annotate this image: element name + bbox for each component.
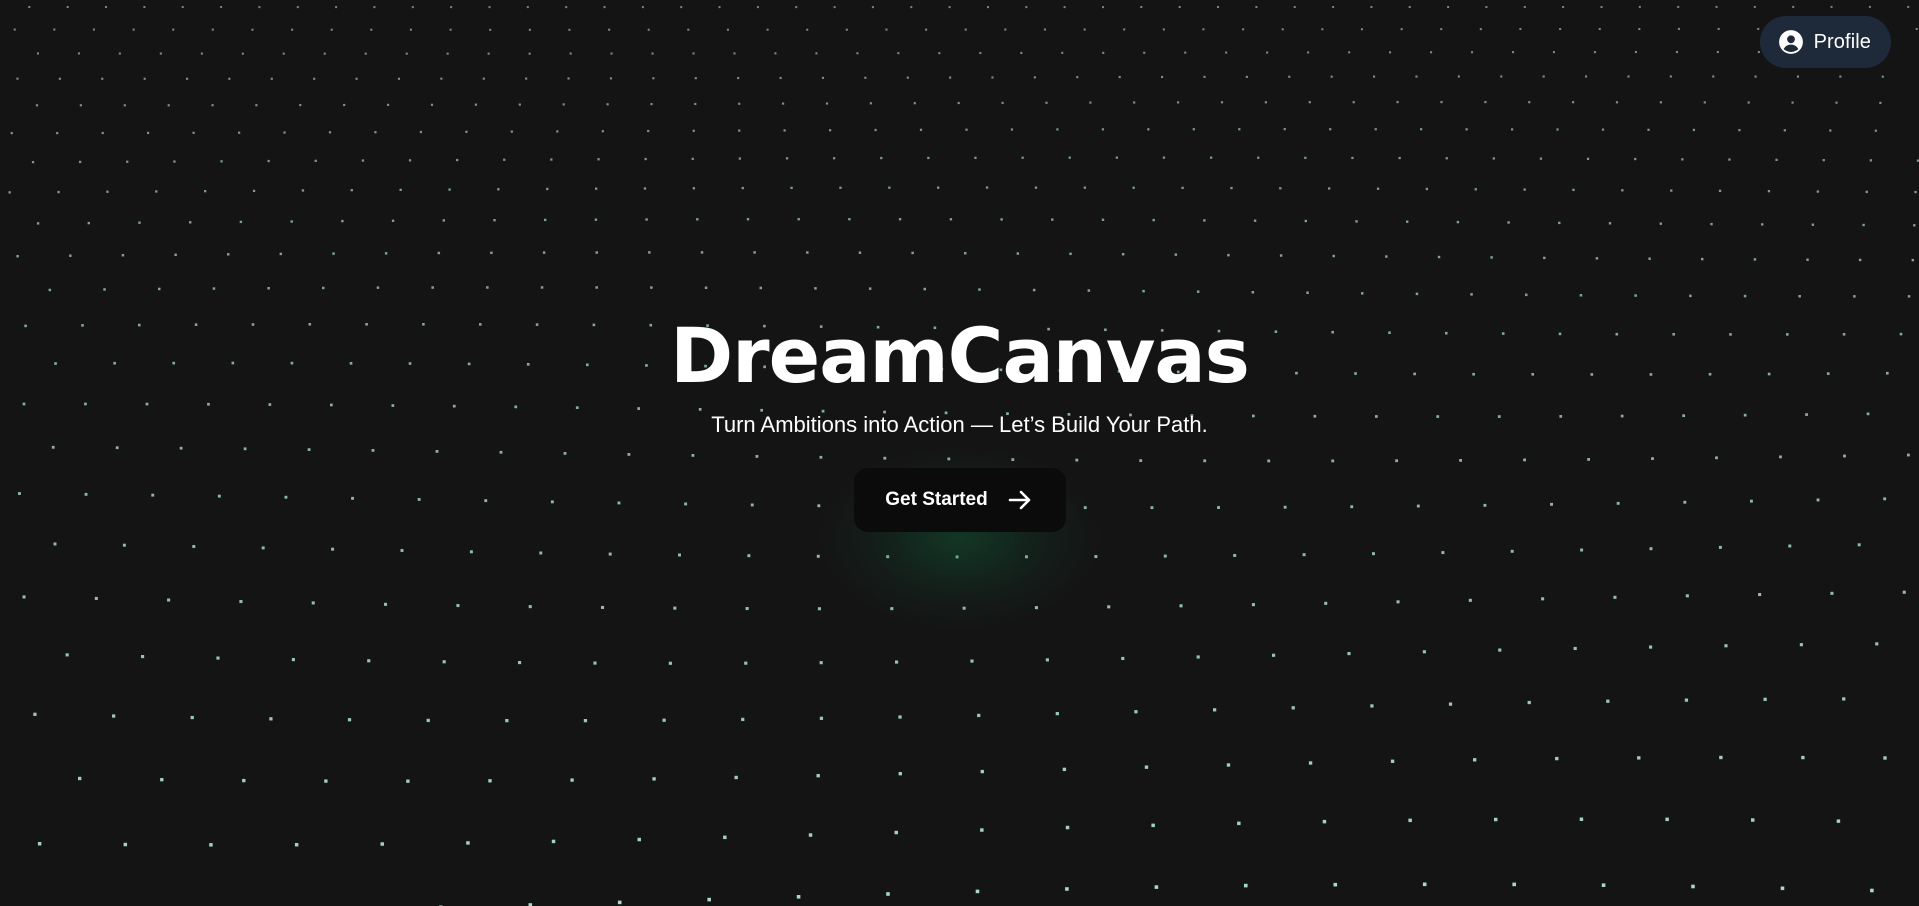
page-title: DreamCanvas [670,311,1250,400]
get-started-button[interactable]: Get Started [853,468,1066,532]
get-started-label: Get Started [885,489,988,510]
landing-page: Profile DreamCanvas Turn Ambitions into … [0,0,1919,906]
arrow-right-icon [1006,486,1034,514]
hero-subtitle: Turn Ambitions into Action — Let’s Build… [711,412,1208,437]
cta-container: Get Started [819,448,1100,628]
hero-section: DreamCanvas Turn Ambitions into Action —… [0,0,1919,906]
